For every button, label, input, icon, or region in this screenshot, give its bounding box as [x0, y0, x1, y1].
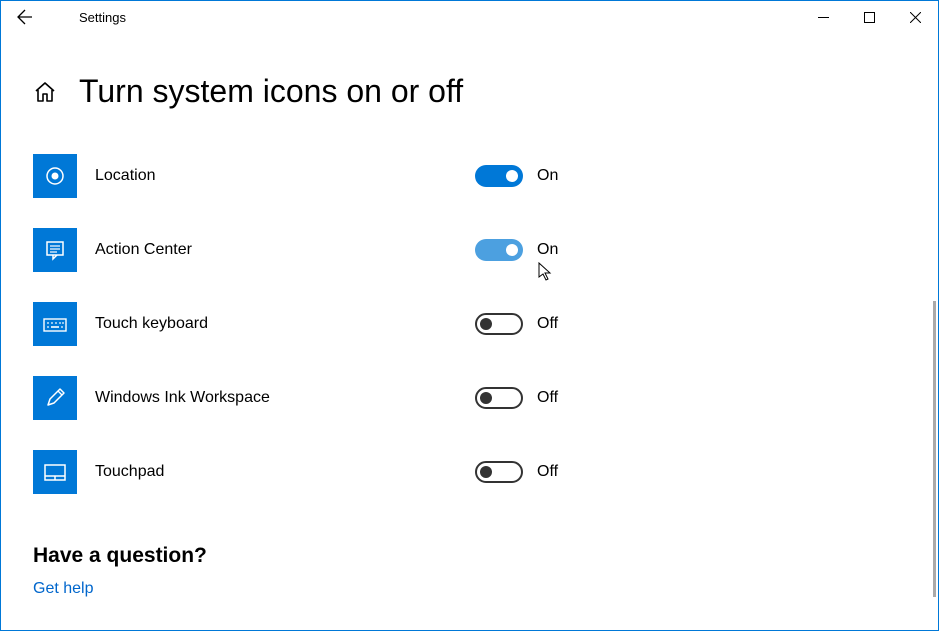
toggle-group: On: [475, 165, 558, 187]
question-section: Have a question? Get help: [33, 544, 938, 598]
touchpad-icon: [33, 450, 77, 494]
toggle-state: On: [537, 167, 558, 185]
toggle-group: Off: [475, 387, 558, 409]
maximize-button[interactable]: [846, 1, 892, 33]
settings-list: Location On Action Center On Touch keybo…: [33, 154, 938, 494]
home-icon[interactable]: [33, 80, 57, 104]
setting-row-touchpad: Touchpad Off: [33, 450, 938, 494]
setting-row-action-center: Action Center On: [33, 228, 938, 272]
app-title: Settings: [79, 10, 126, 25]
location-icon: [33, 154, 77, 198]
setting-label: Touch keyboard: [95, 315, 475, 333]
toggle-state: Off: [537, 389, 558, 407]
ink-workspace-icon: [33, 376, 77, 420]
close-button[interactable]: [892, 1, 938, 33]
minimize-button[interactable]: [800, 1, 846, 33]
toggle-ink-workspace[interactable]: [475, 387, 523, 409]
scrollbar[interactable]: [933, 301, 936, 597]
toggle-location[interactable]: [475, 165, 523, 187]
maximize-icon: [864, 12, 875, 23]
toggle-state: Off: [537, 315, 558, 333]
touch-keyboard-icon: [33, 302, 77, 346]
toggle-touch-keyboard[interactable]: [475, 313, 523, 335]
minimize-icon: [818, 12, 829, 23]
action-center-icon: [33, 228, 77, 272]
content: Turn system icons on or off Location On …: [1, 33, 938, 598]
page-header: Turn system icons on or off: [33, 73, 938, 110]
toggle-state: Off: [537, 463, 558, 481]
setting-label: Location: [95, 167, 475, 185]
setting-row-touch-keyboard: Touch keyboard Off: [33, 302, 938, 346]
toggle-group: Off: [475, 461, 558, 483]
window-controls: [800, 1, 938, 33]
titlebar-left: Settings: [1, 1, 126, 33]
back-button[interactable]: [1, 1, 49, 33]
setting-label: Windows Ink Workspace: [95, 389, 475, 407]
setting-label: Touchpad: [95, 463, 475, 481]
page-title: Turn system icons on or off: [79, 73, 463, 110]
toggle-group: Off: [475, 313, 558, 335]
setting-row-location: Location On: [33, 154, 938, 198]
get-help-link[interactable]: Get help: [33, 580, 938, 598]
titlebar: Settings: [1, 1, 938, 33]
toggle-touchpad[interactable]: [475, 461, 523, 483]
back-arrow-icon: [17, 9, 33, 25]
setting-row-ink-workspace: Windows Ink Workspace Off: [33, 376, 938, 420]
toggle-state: On: [537, 241, 558, 259]
toggle-action-center[interactable]: [475, 239, 523, 261]
question-title: Have a question?: [33, 544, 938, 568]
setting-label: Action Center: [95, 241, 475, 259]
close-icon: [910, 12, 921, 23]
toggle-group: On: [475, 239, 558, 261]
